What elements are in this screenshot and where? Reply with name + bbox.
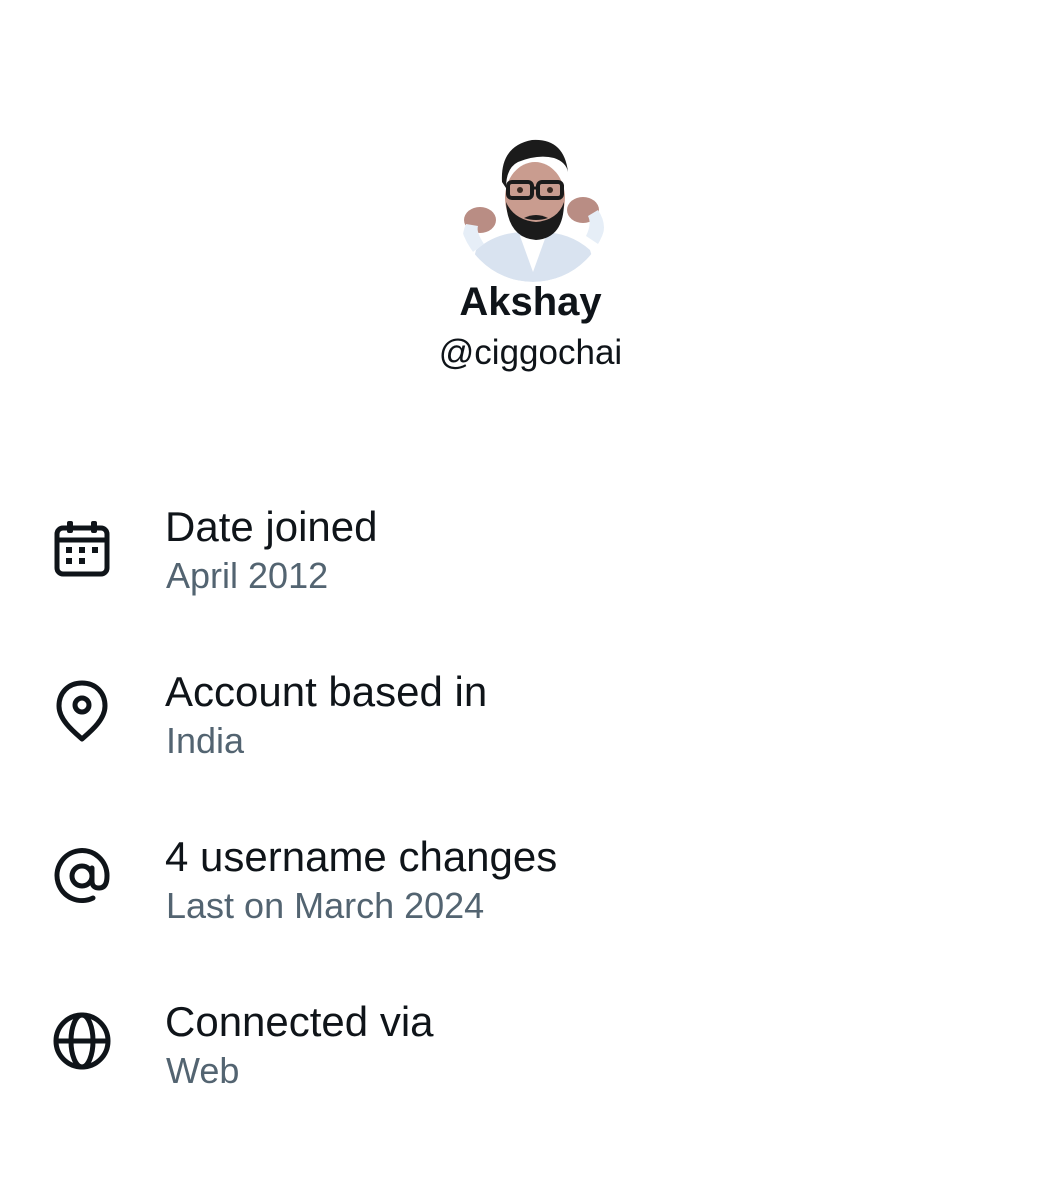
info-subtitle: India xyxy=(166,720,245,761)
info-row-account-location: Account based in India xyxy=(0,655,1061,785)
avatar[interactable] xyxy=(458,132,608,282)
location-pin-icon xyxy=(48,677,116,745)
at-sign-icon xyxy=(48,842,116,910)
avatar-image xyxy=(458,132,608,282)
calendar-icon xyxy=(48,516,116,584)
display-name: Akshay xyxy=(459,280,602,324)
info-row-date-joined: Date joined April 2012 xyxy=(0,490,1061,620)
info-title: Date joined xyxy=(165,503,378,550)
info-title: 4 username changes xyxy=(165,833,558,880)
info-subtitle: Web xyxy=(166,1050,240,1091)
info-row-connected-via: Connected via Web xyxy=(0,985,1061,1115)
username-handle: @ciggochai xyxy=(438,333,623,372)
info-title: Account based in xyxy=(165,668,488,715)
info-title: Connected via xyxy=(165,998,434,1045)
info-subtitle: Last on March 2024 xyxy=(166,885,485,926)
globe-icon xyxy=(48,1007,116,1075)
info-row-username-changes: 4 username changes Last on March 2024 xyxy=(0,820,1061,950)
info-subtitle: April 2012 xyxy=(166,555,329,596)
